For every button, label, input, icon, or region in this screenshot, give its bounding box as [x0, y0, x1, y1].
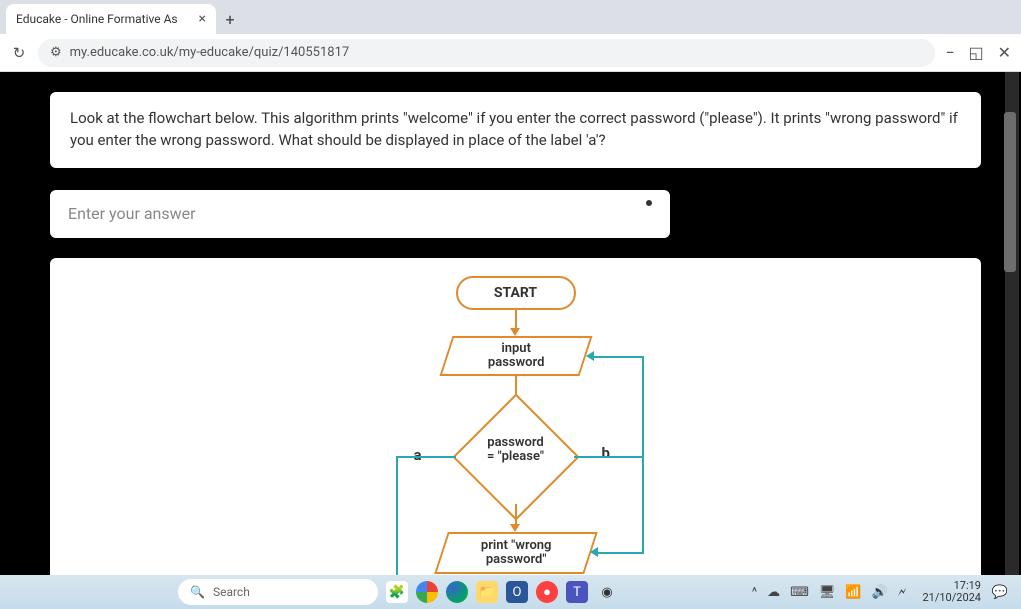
flowchart-card: START input password password = "please"	[50, 258, 981, 576]
flowchart-print-l2: password"	[485, 552, 546, 567]
flowchart-arrowhead-icon	[510, 524, 520, 532]
clock-date: 21/10/2024	[922, 592, 981, 604]
tab-title: Educake - Online Formative As	[16, 12, 191, 26]
flowchart-input-l2: password	[487, 355, 544, 370]
answer-input[interactable]: Enter your answer	[50, 190, 670, 238]
flowchart-print-label: print "wrong password"	[480, 538, 551, 567]
flowchart-connector	[574, 456, 644, 458]
wifi-icon[interactable]: 📶	[845, 585, 861, 600]
flowchart-arrowhead-icon	[590, 547, 598, 557]
flowchart-label-a: a	[414, 446, 422, 464]
flowchart-arrowhead-icon	[586, 351, 594, 361]
question-card: Look at the flowchart below. This algori…	[50, 92, 981, 168]
flowchart-arrow	[515, 310, 517, 330]
window-close-icon[interactable]: ✕	[998, 43, 1011, 62]
flowchart-connector	[642, 456, 644, 554]
flowchart-connector	[396, 456, 456, 458]
outlook-icon[interactable]: O	[506, 581, 528, 603]
scrollbar-track[interactable]	[1005, 72, 1019, 575]
taskbar-clock[interactable]: 17:19 21/10/2024	[922, 580, 981, 604]
flowchart-start-label: START	[494, 285, 537, 301]
teams-icon[interactable]: T	[566, 581, 588, 603]
file-explorer-icon[interactable]: 📁	[476, 581, 498, 603]
page-viewport: Look at the flowchart below. This algori…	[0, 72, 1021, 575]
flowchart-connector	[598, 552, 644, 554]
flowchart-print: print "wrong password"	[434, 532, 598, 574]
answer-placeholder: Enter your answer	[68, 204, 196, 223]
flowchart-input: input password	[439, 336, 592, 376]
address-bar: ↻ ⚙ my.educake.co.uk/my-educake/quiz/140…	[0, 34, 1021, 72]
sound-icon[interactable]: 🔊	[872, 585, 888, 600]
answer-row: Enter your answer	[50, 190, 981, 238]
edge-icon[interactable]	[446, 581, 468, 603]
tab-close-icon[interactable]: ×	[199, 11, 206, 27]
flowchart-decision-label: password = "please"	[446, 436, 586, 466]
flowchart-connector	[594, 356, 644, 358]
toolbar-right: − ◱ ✕	[945, 43, 1011, 62]
taskbar: 🔍 Search 🧩 📁 O ● T ◉ ^ ☁ ⌨ 🖥 📶 🔊 🗲 17:19…	[0, 575, 1021, 609]
url-field[interactable]: ⚙ my.educake.co.uk/my-educake/quiz/14055…	[38, 39, 935, 67]
reload-icon[interactable]: ↻	[10, 44, 28, 62]
input-indicator-dot	[646, 200, 652, 206]
scrollbar-thumb[interactable]	[1004, 112, 1016, 272]
new-tab-button[interactable]: +	[216, 4, 244, 34]
display-icon[interactable]: 🖥	[819, 585, 836, 600]
chrome-icon[interactable]	[416, 581, 438, 603]
taskbar-search-placeholder: Search	[213, 585, 250, 599]
onedrive-icon[interactable]: ☁	[767, 585, 780, 600]
window-minimize-icon[interactable]: −	[945, 43, 954, 62]
search-icon: 🔍	[190, 585, 205, 599]
flowchart-decision-l1: password	[487, 435, 544, 450]
tray-caret-icon[interactable]: ^	[752, 585, 757, 600]
tab-strip: Educake - Online Formative As × +	[0, 0, 1021, 34]
battery-icon[interactable]: 🗲	[898, 585, 907, 600]
system-tray: ^ ☁ ⌨ 🖥 📶 🔊 🗲	[752, 585, 907, 600]
keyboard-icon[interactable]: ⌨	[790, 585, 809, 600]
flowchart-connector	[396, 456, 398, 576]
app-icon-2[interactable]: ◉	[596, 581, 618, 603]
question-text: Look at the flowchart below. This algori…	[70, 109, 958, 149]
flowchart-input-l1: input	[501, 340, 531, 355]
site-settings-icon[interactable]: ⚙	[50, 45, 62, 60]
window-restore-icon[interactable]: ◱	[968, 43, 983, 62]
flowchart-label-b: b	[602, 444, 610, 462]
taskbar-search[interactable]: 🔍 Search	[178, 579, 378, 605]
flowchart-print-l1: print "wrong	[480, 537, 551, 552]
flowchart: START input password password = "please"	[306, 276, 726, 576]
app-icon[interactable]: ●	[536, 581, 558, 603]
flowchart-arrowhead-icon	[510, 328, 520, 336]
flowchart-connector	[642, 356, 644, 458]
taskbar-app-icon[interactable]: 🧩	[386, 581, 408, 603]
browser-tab[interactable]: Educake - Online Formative As ×	[6, 4, 216, 34]
url-text: my.educake.co.uk/my-educake/quiz/1405518…	[70, 45, 350, 60]
flowchart-decision-l2: = "please"	[487, 449, 544, 464]
flowchart-start: START	[456, 276, 576, 310]
flowchart-input-label: input password	[487, 341, 544, 370]
notifications-icon[interactable]: 💬	[989, 581, 1011, 603]
